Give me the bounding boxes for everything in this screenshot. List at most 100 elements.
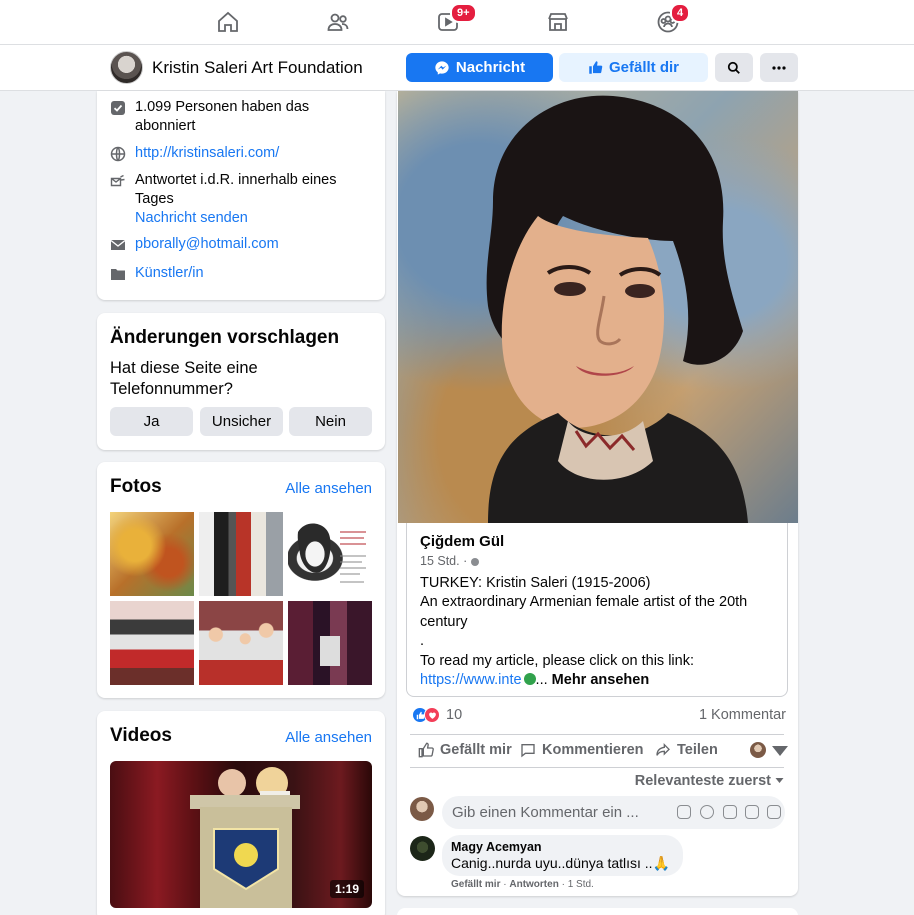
gif-icon[interactable] — [745, 805, 759, 819]
portrait-painting — [486, 95, 748, 523]
share-action-button[interactable]: Teilen — [655, 742, 718, 758]
love-reaction-icon — [424, 707, 440, 723]
user-avatar[interactable] — [410, 797, 434, 821]
category-icon — [109, 265, 127, 283]
shared-author-name[interactable]: Çiğdem Gül — [420, 533, 504, 550]
like-page-label: Gefällt dir — [608, 59, 679, 76]
messenger-icon — [435, 60, 449, 75]
category-row: Künstler/in — [109, 264, 204, 283]
sticker-icon[interactable] — [767, 805, 781, 819]
page-avatar[interactable] — [110, 51, 143, 84]
share-icon — [656, 743, 670, 756]
category-link[interactable]: Künstler/in — [135, 264, 204, 283]
no-button[interactable]: Nein — [289, 407, 372, 436]
comment-count[interactable]: 1 Kommentar — [699, 707, 786, 723]
top-navigation: 9+ 4 — [0, 0, 914, 45]
avatar-sticker-icon[interactable] — [677, 805, 691, 819]
thumbs-up-icon — [589, 61, 603, 74]
video-thumbnail[interactable]: 1:19 — [110, 761, 372, 908]
comment-action-button[interactable]: Kommentieren — [520, 742, 644, 758]
like-action-button[interactable]: Gefällt mir — [418, 742, 512, 758]
post-image[interactable] — [398, 91, 798, 523]
poster-lines — [297, 523, 366, 583]
groups-icon[interactable]: 4 — [654, 3, 691, 36]
page-header: Kristin Saleri Art Foundation Nachricht … — [0, 45, 914, 91]
camera-icon[interactable] — [723, 805, 737, 819]
message-button-label: Nachricht — [455, 59, 526, 76]
suggest-changes-card: Änderungen vorschlagen Hat diese Seite e… — [97, 313, 385, 450]
videos-card: Videos Alle ansehen 1:19 — [97, 711, 385, 915]
checkbox-icon — [109, 99, 127, 117]
response-icon — [109, 172, 127, 190]
more-icon — [772, 65, 786, 70]
photos-title: Fotos — [110, 476, 162, 497]
comment-sort-dropdown[interactable]: Relevanteste zuerst — [635, 773, 784, 789]
photo-thumbnail[interactable] — [110, 512, 194, 596]
followers-row: 1.099 Personen haben das abonniert — [109, 98, 339, 136]
verified-icon — [523, 673, 536, 686]
about-card: 1.099 Personen haben das abonniert http:… — [97, 91, 385, 300]
comment-reply-link[interactable]: Antworten — [509, 879, 558, 890]
photo-thumbnail[interactable] — [288, 601, 372, 685]
envelope-icon — [109, 236, 127, 254]
website-link[interactable]: http://kristinsaleri.com/ — [135, 144, 279, 163]
response-row: Antwortet i.d.R. innerhalb eines Tages N… — [109, 171, 359, 228]
photos-card: Fotos Alle ansehen — [97, 462, 385, 698]
comment-icon — [521, 744, 535, 758]
followers-text: 1.099 Personen haben das abonniert — [135, 99, 310, 134]
watch-icon[interactable]: 9+ — [434, 3, 477, 36]
send-message-link[interactable]: Nachricht senden — [135, 210, 248, 226]
website-row: http://kristinsaleri.com/ — [109, 144, 279, 163]
photo-thumbnail[interactable] — [199, 512, 283, 596]
suggest-title: Änderungen vorschlagen — [110, 327, 340, 348]
comment-input[interactable]: Gib einen Kommentar ein ... — [442, 796, 785, 829]
friends-icon[interactable] — [324, 8, 352, 36]
unsure-button[interactable]: Unsicher — [200, 407, 283, 436]
comment-text: Canig..nurda uyu..dünya tatlısı ..🙏 — [451, 855, 670, 871]
comment-bubble: Magy Acemyan Canig..nurda uyu..dünya tat… — [442, 835, 683, 876]
marketplace-icon[interactable] — [544, 8, 572, 36]
see-more-link[interactable]: Mehr ansehen — [552, 672, 650, 688]
photo-thumbnail[interactable] — [110, 601, 194, 685]
commenter-avatar[interactable] — [410, 836, 435, 861]
globe-icon — [109, 145, 127, 163]
search-button[interactable] — [715, 53, 753, 82]
shared-post-time: 15 Std. · — [420, 554, 479, 568]
photo-thumbnail[interactable] — [199, 601, 283, 685]
shared-post-text: TURKEY: Kristin Saleri (1915-2006) An ex… — [420, 575, 748, 689]
watch-badge: 9+ — [450, 3, 477, 23]
audience-selector[interactable] — [750, 742, 788, 758]
response-text: Antwortet i.d.R. innerhalb eines Tages — [135, 172, 337, 207]
page-title[interactable]: Kristin Saleri Art Foundation — [152, 58, 363, 78]
yes-button[interactable]: Ja — [110, 407, 193, 436]
photo-thumbnail[interactable] — [288, 512, 372, 596]
reactions-summary[interactable]: 10 — [412, 707, 462, 723]
search-icon — [727, 61, 740, 74]
more-button[interactable] — [760, 53, 798, 82]
videos-see-all-link[interactable]: Alle ansehen — [285, 729, 372, 746]
suggest-question: Hat diese Seite eine Telefonnummer? — [110, 359, 258, 398]
like-page-button[interactable]: Gefällt dir — [559, 53, 708, 82]
home-icon[interactable] — [214, 8, 242, 36]
comment-like-link[interactable]: Gefällt mir — [451, 879, 500, 890]
article-link[interactable]: https://www.inte — [420, 672, 522, 688]
video-duration: 1:19 — [329, 880, 364, 898]
globe-icon — [470, 557, 479, 566]
emoji-icon[interactable] — [700, 805, 714, 819]
email-link[interactable]: pborally@hotmail.com — [135, 235, 279, 254]
groups-badge: 4 — [670, 3, 691, 23]
user-avatar-icon — [750, 742, 766, 758]
post-actions: Gefällt mir Kommentieren Teilen — [410, 734, 788, 768]
comment-time: 1 Std. — [567, 879, 594, 890]
comment-input-placeholder: Gib einen Kommentar ein ... — [452, 804, 639, 821]
videos-title: Videos — [110, 725, 172, 746]
photos-see-all-link[interactable]: Alle ansehen — [285, 480, 372, 497]
chevron-down-icon — [775, 778, 784, 783]
commenter-name[interactable]: Magy Acemyan — [451, 840, 542, 854]
thumbs-up-icon — [418, 742, 434, 758]
reaction-count: 10 — [446, 707, 463, 723]
comment-meta: Gefällt mir · Antworten · 1 Std. — [451, 879, 594, 890]
shared-post[interactable]: Çiğdem Gül 15 Std. · TURKEY: Kristin Sal… — [406, 523, 788, 697]
post-card: Çiğdem Gül 15 Std. · TURKEY: Kristin Sal… — [397, 91, 798, 896]
message-button[interactable]: Nachricht — [406, 53, 553, 82]
